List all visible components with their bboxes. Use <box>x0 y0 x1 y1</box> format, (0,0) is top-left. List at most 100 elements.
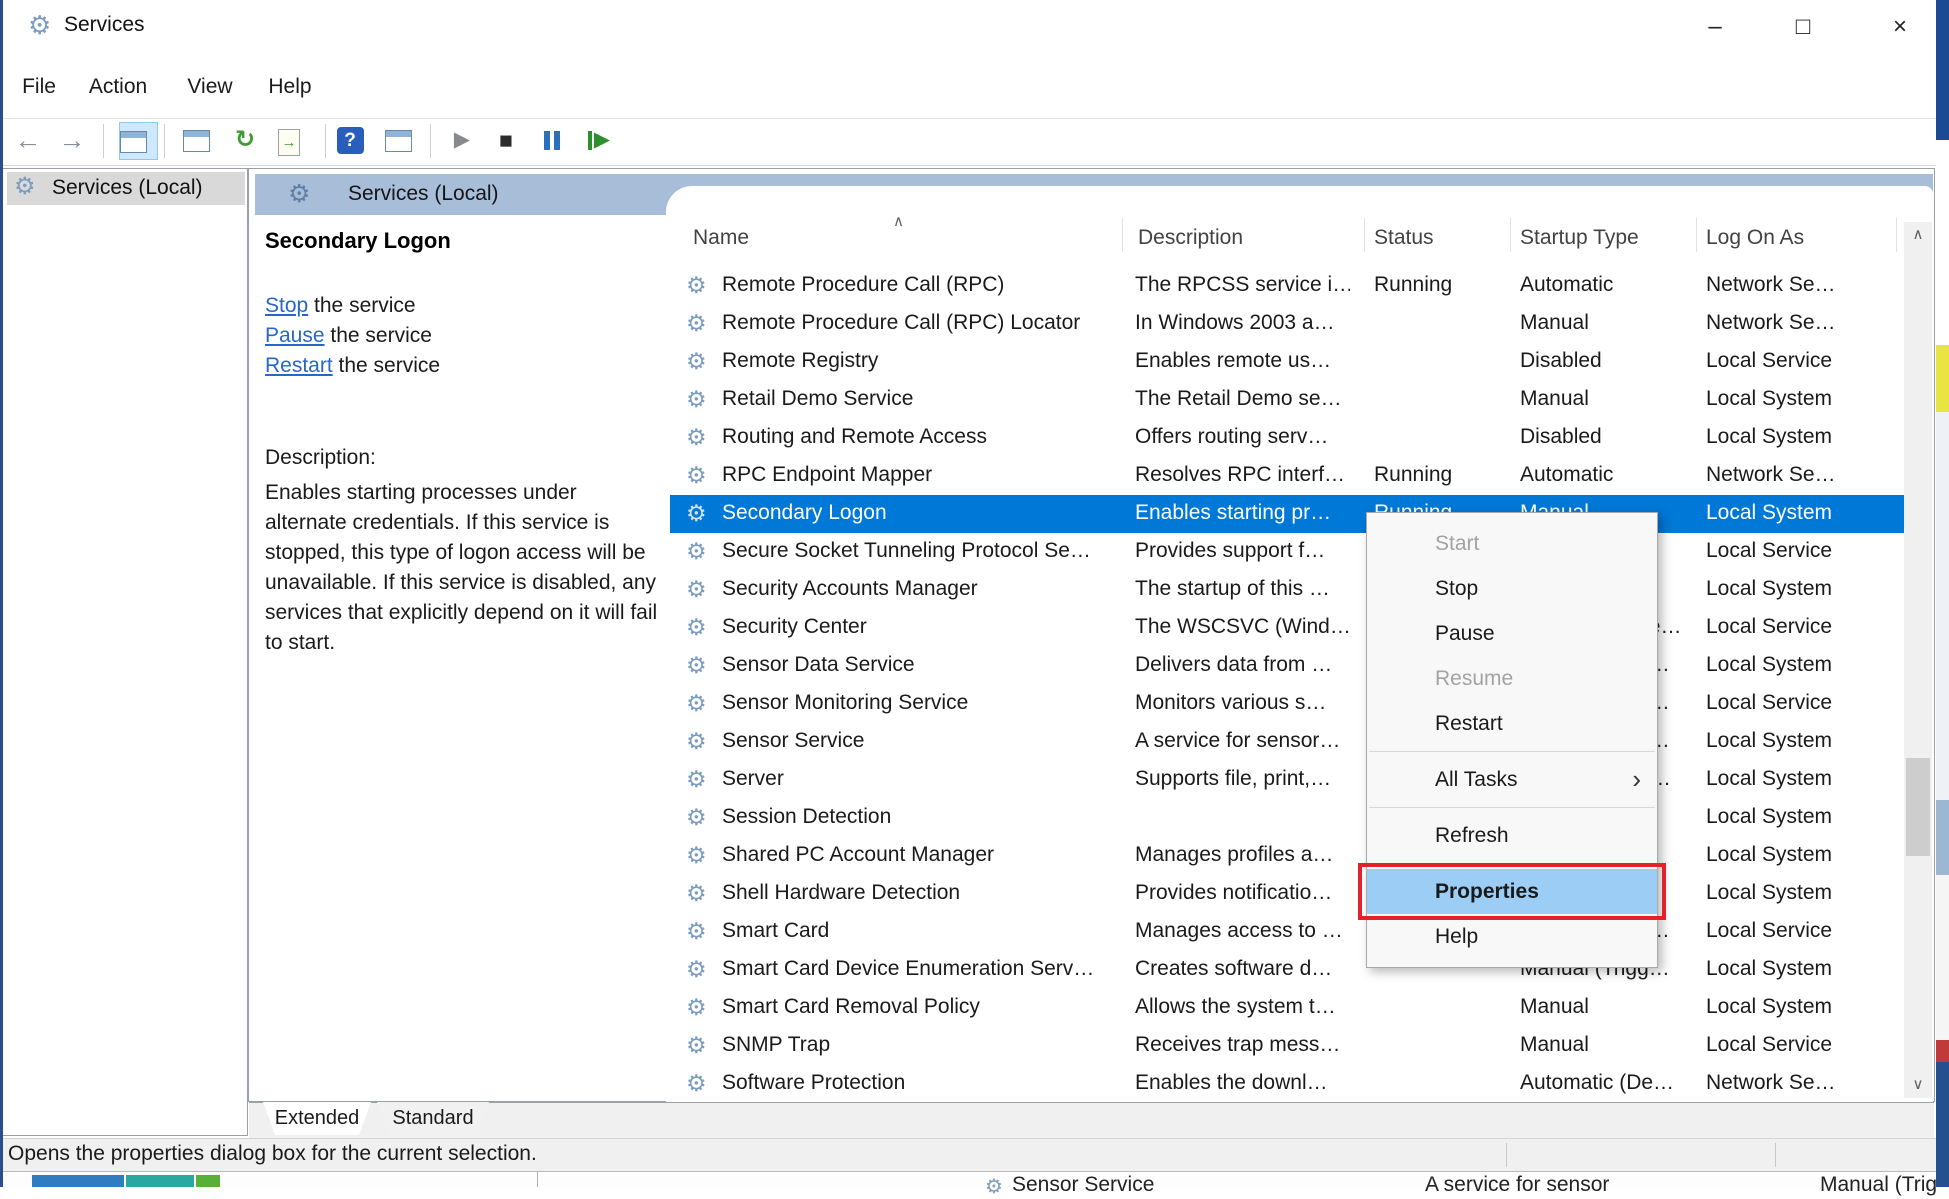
table-row[interactable]: ⚙Session DetectionLocal System <box>670 799 1904 837</box>
table-row[interactable]: ⚙Sensor Data ServiceDelivers data from …… <box>670 647 1904 685</box>
menu-item-stop[interactable]: Stop <box>1367 566 1657 611</box>
service-description: Enables remote us… <box>1135 349 1350 373</box>
status-bar-separator <box>1775 1143 1776 1167</box>
tab-extended[interactable]: Extended <box>263 1102 371 1135</box>
menu-view[interactable]: View <box>180 69 240 105</box>
service-description: Provides notificatio… <box>1135 881 1350 905</box>
service-logon-as: Local System <box>1706 805 1902 829</box>
toolbar-separator <box>103 124 104 158</box>
refresh-icon[interactable]: ↻ <box>227 123 263 159</box>
console-tree-panel <box>2 168 248 1136</box>
service-gear-icon: ⚙ <box>686 538 707 565</box>
background-window-sliver <box>1936 345 1949 412</box>
table-row[interactable]: ⚙Retail Demo ServiceThe Retail Demo se…M… <box>670 381 1904 419</box>
help-icon[interactable]: ? <box>332 123 368 159</box>
table-row[interactable]: ⚙Shared PC Account ManagerManages profil… <box>670 837 1904 875</box>
status-bar-text: Opens the properties dialog box for the … <box>8 1142 537 1166</box>
background-window-sliver <box>1936 140 1949 345</box>
table-row[interactable]: ⚙Routing and Remote AccessOffers routing… <box>670 419 1904 457</box>
service-logon-as: Local Service <box>1706 1033 1902 1057</box>
restart-link[interactable]: Restart <box>265 354 333 377</box>
table-row[interactable]: ⚙Smart Card Device Enumeration Serv…Crea… <box>670 951 1904 989</box>
service-rows: ⚙Remote Procedure Call (RPC)The RPCSS se… <box>670 267 1904 1103</box>
stop-link[interactable]: Stop <box>265 294 308 317</box>
restart-service-icon[interactable]: ▶ <box>580 123 616 159</box>
service-logon-as: Network Se… <box>1706 311 1902 335</box>
show-console-tree-icon[interactable] <box>119 122 158 160</box>
back-icon[interactable]: ← <box>10 123 46 159</box>
scroll-down-icon[interactable]: ∨ <box>1904 1072 1932 1098</box>
menu-item-properties[interactable]: Properties <box>1367 869 1657 914</box>
table-row[interactable]: ⚙Security CenterThe WSCSVC (Wind…Manual … <box>670 609 1904 647</box>
maximize-button[interactable]: □ <box>1773 8 1833 46</box>
menu-item-help[interactable]: Help <box>1367 914 1657 959</box>
close-button[interactable]: × <box>1870 8 1930 46</box>
column-header-description[interactable]: Description <box>1138 226 1243 250</box>
table-row[interactable]: ⚙Sensor ServiceA service for sensor…Manu… <box>670 723 1904 761</box>
service-gear-icon: ⚙ <box>686 842 707 869</box>
pause-service-icon[interactable] <box>534 123 570 159</box>
column-header-name[interactable]: Name <box>693 226 749 250</box>
table-row[interactable]: ⚙Smart Card Removal PolicyAllows the sys… <box>670 989 1904 1027</box>
menu-item-all-tasks[interactable]: All Tasks› <box>1367 757 1657 802</box>
background-fragment: Manual (Trig <box>1820 1173 1937 1197</box>
tab-standard[interactable]: Standard <box>377 1102 489 1135</box>
menu-help[interactable]: Help <box>262 69 318 105</box>
background-window-edge <box>537 1171 538 1187</box>
table-row[interactable]: ⚙Remote Procedure Call (RPC)The RPCSS se… <box>670 267 1904 305</box>
table-row[interactable]: ⚙Secure Socket Tunneling Protocol Se…Pro… <box>670 533 1904 571</box>
selected-service-title: Secondary Logon <box>265 228 451 254</box>
service-gear-icon: ⚙ <box>686 424 707 451</box>
sort-ascending-icon: ∧ <box>893 212 904 230</box>
stop-service-icon[interactable]: ■ <box>488 123 524 159</box>
service-name: Remote Procedure Call (RPC) Locator <box>722 311 1128 335</box>
background-window-sliver <box>1936 800 1949 875</box>
column-header-logon-as[interactable]: Log On As <box>1706 226 1804 250</box>
show-hide-panes-icon[interactable] <box>380 123 416 159</box>
service-gear-icon: ⚙ <box>686 766 707 793</box>
table-row[interactable]: ⚙Remote RegistryEnables remote us…Disabl… <box>670 343 1904 381</box>
table-row[interactable]: ⚙Software ProtectionEnables the downl…Au… <box>670 1065 1904 1103</box>
properties-window-icon[interactable] <box>178 123 214 159</box>
menu-item-refresh[interactable]: Refresh <box>1367 813 1657 858</box>
menu-file[interactable]: File <box>14 69 64 105</box>
service-gear-icon: ⚙ <box>686 1032 707 1059</box>
column-header-status[interactable]: Status <box>1374 226 1434 250</box>
table-row[interactable]: ⚙Shell Hardware DetectionProvides notifi… <box>670 875 1904 913</box>
service-name: Session Detection <box>722 805 1128 829</box>
service-description: Receives trap mess… <box>1135 1033 1350 1057</box>
column-header-startup-type[interactable]: Startup Type <box>1520 226 1639 250</box>
background-window-strip <box>0 1171 1949 1187</box>
scroll-thumb[interactable] <box>1906 758 1930 856</box>
export-list-icon[interactable]: → <box>271 123 307 159</box>
minimize-button[interactable]: – <box>1685 8 1745 46</box>
table-row[interactable]: ⚙Remote Procedure Call (RPC) LocatorIn W… <box>670 305 1904 343</box>
service-name: Secondary Logon <box>722 501 1128 525</box>
menu-item-start: Start <box>1367 521 1657 566</box>
description-label: Description: <box>265 446 376 470</box>
start-service-icon[interactable]: ▶ <box>444 123 480 159</box>
service-description: The WSCSVC (Wind… <box>1135 615 1350 639</box>
table-row[interactable]: ⚙Security Accounts ManagerThe startup of… <box>670 571 1904 609</box>
table-row[interactable]: ⚙Secondary LogonEnables starting pr…Runn… <box>670 495 1904 533</box>
table-row[interactable]: ⚙Sensor Monitoring ServiceMonitors vario… <box>670 685 1904 723</box>
service-name: Routing and Remote Access <box>722 425 1128 449</box>
forward-icon[interactable]: → <box>54 123 90 159</box>
menu-item-restart[interactable]: Restart <box>1367 701 1657 746</box>
service-name: Retail Demo Service <box>722 387 1128 411</box>
column-separator <box>1122 218 1123 252</box>
table-row[interactable]: ⚙ServerSupports file, print,…Automatic (… <box>670 761 1904 799</box>
menu-action[interactable]: Action <box>82 69 154 105</box>
service-name: Remote Procedure Call (RPC) <box>722 273 1128 297</box>
table-row[interactable]: ⚙RPC Endpoint MapperResolves RPC interf…… <box>670 457 1904 495</box>
scroll-up-icon[interactable]: ∧ <box>1904 222 1932 248</box>
title-bar: ⚙ Services – □ × <box>0 0 1949 55</box>
service-name: Secure Socket Tunneling Protocol Se… <box>722 539 1128 563</box>
table-row[interactable]: ⚙SNMP TrapReceives trap mess…ManualLocal… <box>670 1027 1904 1065</box>
vertical-scrollbar[interactable]: ∧ ∨ <box>1904 222 1932 1098</box>
service-logon-as: Local System <box>1706 957 1902 981</box>
pause-link[interactable]: Pause <box>265 324 325 347</box>
table-row[interactable]: ⚙Smart CardManages access to …Manual (Tr… <box>670 913 1904 951</box>
menu-item-pause[interactable]: Pause <box>1367 611 1657 656</box>
service-status: Running <box>1374 273 1496 297</box>
